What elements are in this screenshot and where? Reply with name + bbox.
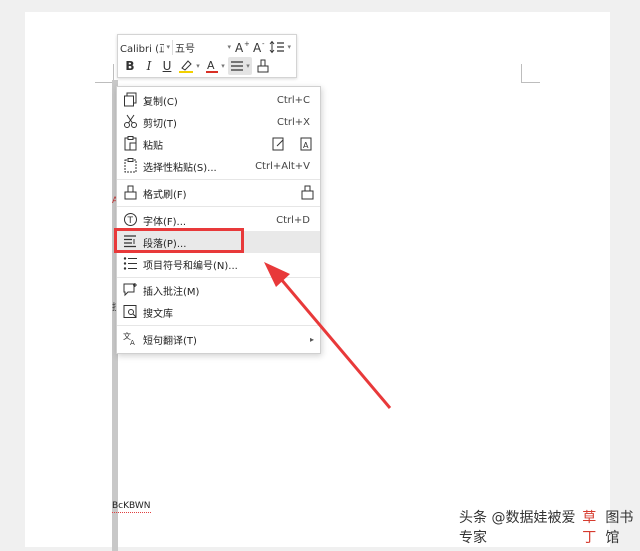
watermark-author: 头条 @数据娃被爱专家 (459, 510, 576, 546)
watermark-brand: 图书馆 (605, 510, 634, 546)
annotation-arrow (264, 262, 392, 409)
watermark: 头条 @数据娃被爱专家 草丁 图书馆 (459, 507, 640, 547)
watermark-brand-accent: 草丁 (582, 510, 597, 546)
